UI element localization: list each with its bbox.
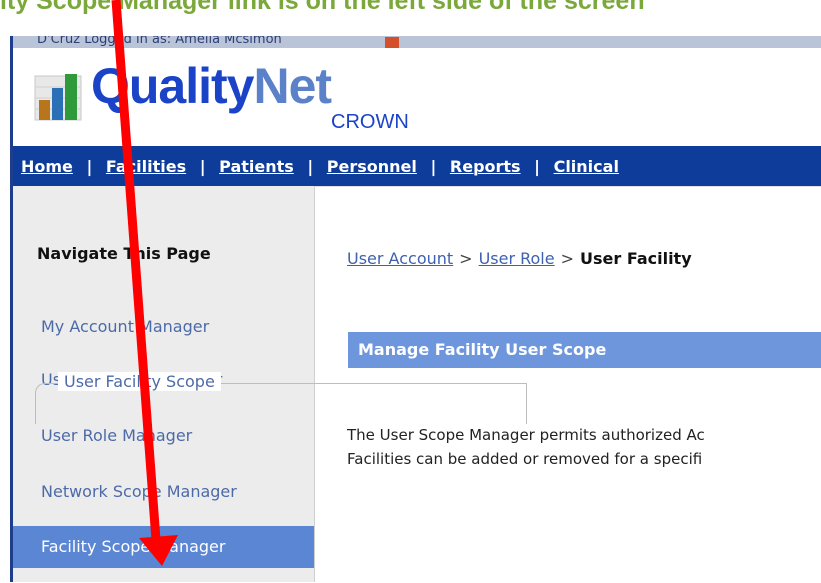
nav-separator: | — [534, 157, 540, 176]
sidebar-item-facility-scope-manager[interactable]: Facility Scope Manager — [13, 526, 314, 568]
nav-reports[interactable]: Reports — [450, 157, 521, 176]
nav-patients[interactable]: Patients — [219, 157, 294, 176]
breadcrumb-separator: > — [560, 249, 574, 268]
login-status-text: D'Cruz Logged in as: Amelia Mcsimon — [37, 36, 282, 47]
breadcrumb-user-account[interactable]: User Account — [347, 249, 453, 268]
sidebar-heading: Navigate This Page — [37, 244, 211, 263]
nav-clinical[interactable]: Clinical — [554, 157, 619, 176]
nav-home[interactable]: Home — [21, 157, 73, 176]
nav-personnel[interactable]: Personnel — [327, 157, 417, 176]
instruction-caption: ity Scope Manager link is on the left si… — [0, 0, 645, 15]
breadcrumb-user-role[interactable]: User Role — [479, 249, 555, 268]
login-status-strip: D'Cruz Logged in as: Amelia Mcsimon — [13, 36, 821, 48]
breadcrumb-separator: > — [459, 249, 473, 268]
breadcrumb-current: User Facility — [580, 249, 692, 268]
bar-chart-logo-icon — [34, 74, 82, 121]
top-nav-bar: Home | Facilities | Patients | Personnel… — [13, 146, 821, 186]
nav-separator: | — [86, 157, 93, 176]
app-logo-subtitle: CROWN — [331, 111, 409, 133]
sidebar-item-network-scope-manager[interactable]: Network Scope Manager — [13, 471, 314, 513]
description-line-1: The User Scope Manager permits authorize… — [347, 426, 705, 444]
nav-separator: | — [199, 157, 206, 176]
nav-separator: | — [307, 157, 314, 176]
logout-icon[interactable] — [385, 37, 399, 48]
header-logo-area: QualityNet CROWN — [13, 48, 821, 146]
app-logo-title: QualityNet — [91, 58, 332, 114]
nav-facilities[interactable]: Facilities — [106, 157, 186, 176]
description-text: The User Scope Manager permits authorize… — [347, 423, 705, 471]
fieldset-legend: User Facility Scope — [58, 372, 221, 391]
nav-separator: | — [430, 157, 437, 176]
sidebar-item-my-account-manager[interactable]: My Account Manager — [13, 306, 314, 348]
breadcrumb: User Account > User Role > User Facility — [347, 249, 692, 268]
description-line-2: Facilities can be added or removed for a… — [347, 450, 703, 468]
section-title-bar: Manage Facility User Scope — [348, 332, 821, 368]
